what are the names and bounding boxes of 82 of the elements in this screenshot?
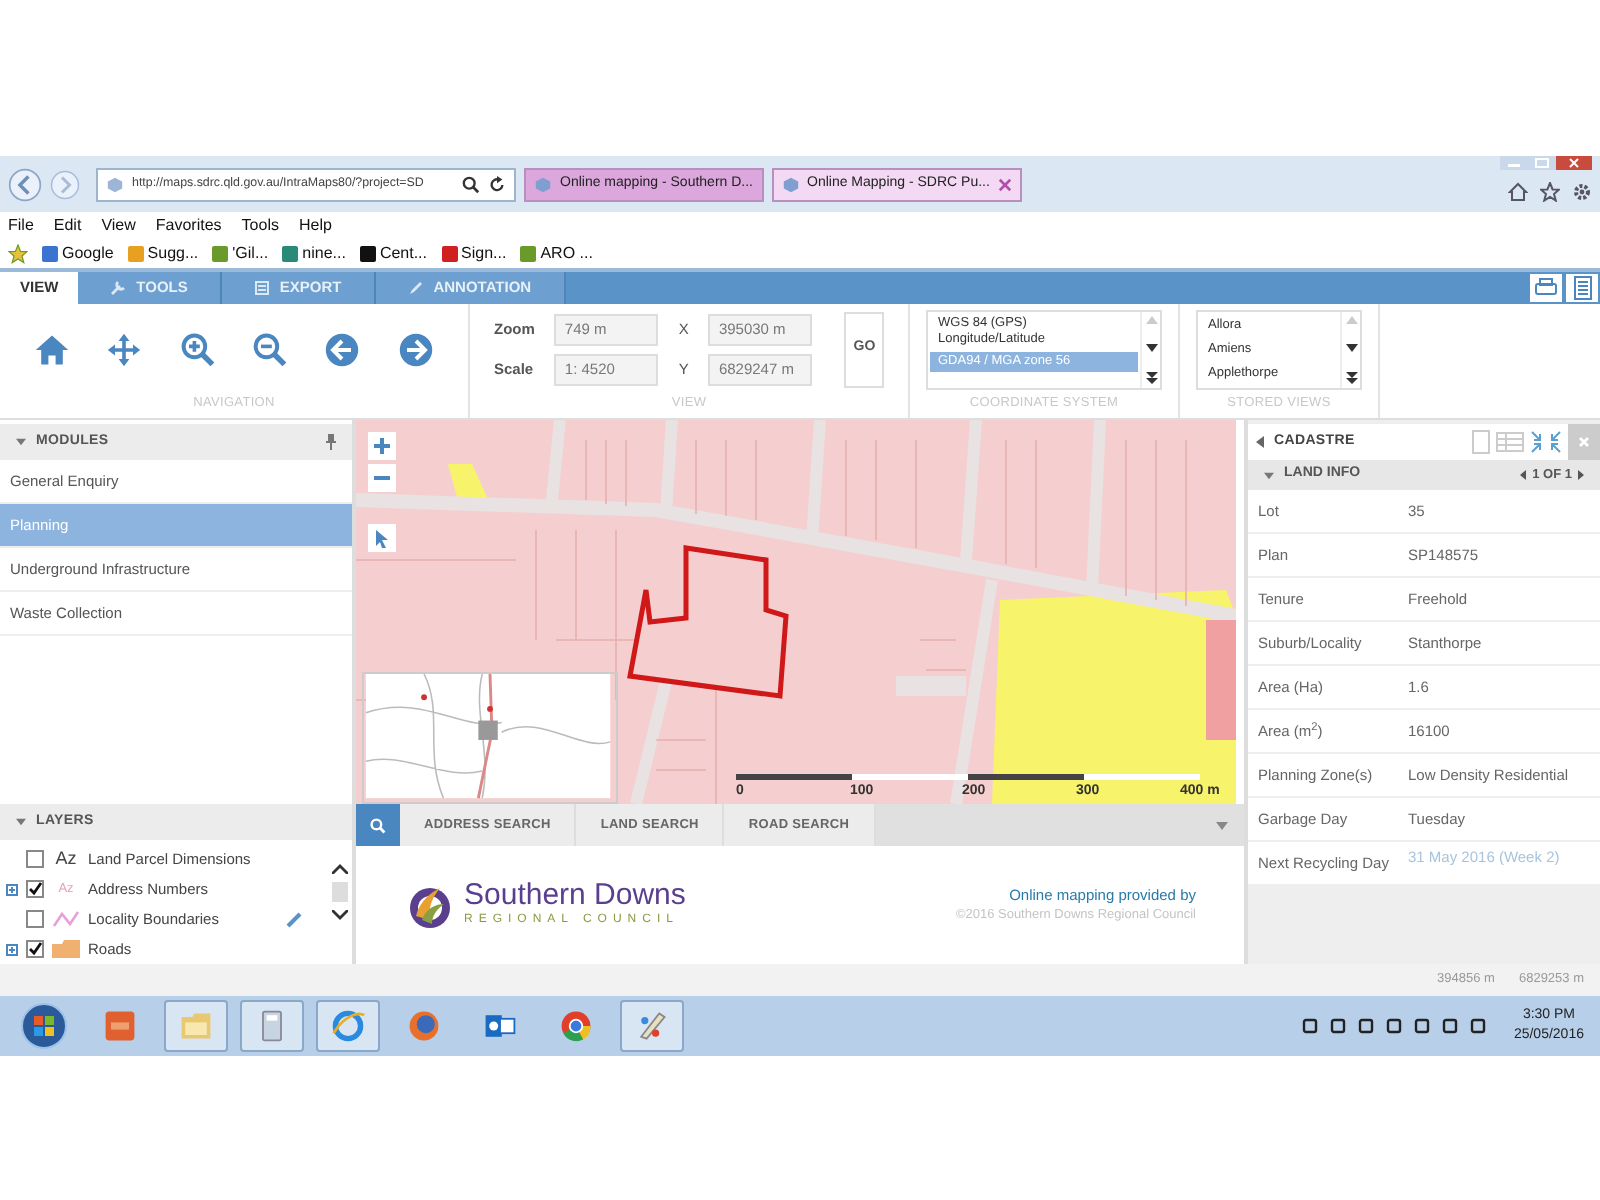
list-icon (253, 280, 270, 296)
document-icon (1573, 276, 1591, 300)
star-icon[interactable] (1540, 182, 1560, 202)
menu-item[interactable]: File (8, 214, 34, 238)
zoom-in-icon[interactable] (179, 331, 216, 368)
scroll-down-icon[interactable] (331, 910, 347, 920)
dropdown-icon[interactable] (1216, 821, 1228, 829)
scroll-end-icon[interactable] (1145, 371, 1157, 384)
expand-icon[interactable] (6, 883, 18, 895)
resize-icon[interactable] (1530, 430, 1562, 454)
settings-icon[interactable] (1572, 182, 1592, 202)
printer-icon (1534, 278, 1558, 298)
menu-item[interactable]: Favorites (155, 214, 222, 238)
pin-icon[interactable] (326, 434, 336, 450)
previous-icon[interactable] (1520, 470, 1527, 480)
favorite-link[interactable]: Cent... (359, 242, 428, 266)
expand-icon[interactable] (6, 943, 18, 955)
favicon-icon (42, 246, 58, 262)
search-icon[interactable] (462, 175, 480, 193)
close-icon (1578, 436, 1590, 448)
scroll-up-icon[interactable] (331, 864, 347, 874)
favicon-icon (282, 246, 299, 262)
start-icon[interactable] (20, 1002, 68, 1050)
globe-icon (406, 1008, 442, 1044)
pencil-icon (407, 280, 424, 296)
browser-icon (330, 1008, 366, 1044)
checkbox[interactable] (26, 850, 44, 868)
favorite-link[interactable]: Sign... (441, 242, 507, 266)
favorite-link[interactable]: Sugg... (127, 242, 199, 266)
home-icon[interactable] (1508, 182, 1528, 202)
scroll-down-icon[interactable] (1345, 343, 1357, 352)
circle-icon (558, 1008, 594, 1044)
favicon-icon (441, 246, 458, 262)
folder-icon (52, 940, 80, 958)
app-icon (102, 1008, 138, 1044)
search-button[interactable] (356, 804, 400, 846)
print-button[interactable] (1528, 272, 1564, 304)
checkbox[interactable] (26, 910, 44, 928)
menu-item[interactable]: View (101, 214, 136, 238)
line-symbol-icon (52, 910, 80, 928)
back-icon[interactable] (8, 167, 42, 201)
menu-item[interactable]: Edit (53, 214, 82, 238)
favorite-link[interactable]: ARO ... (520, 242, 593, 266)
collapse-icon[interactable] (1264, 471, 1274, 479)
favorite-link[interactable]: 'Gil... (212, 242, 269, 266)
close-icon[interactable] (997, 177, 1012, 191)
favicon-icon (520, 246, 537, 262)
menu-item[interactable]: Help (298, 214, 332, 238)
taskbar-button[interactable] (620, 1000, 684, 1052)
search-icon (370, 817, 386, 833)
move-icon[interactable] (106, 331, 143, 368)
scrollbar-thumb[interactable] (331, 882, 347, 902)
paint-icon (634, 1008, 670, 1044)
collapse-icon[interactable] (1256, 436, 1264, 448)
favicon-icon (212, 246, 229, 262)
favicon-icon (359, 246, 376, 262)
page-icon (781, 175, 799, 193)
favorite-link[interactable]: nine... (282, 242, 346, 266)
wrench-icon (110, 280, 127, 296)
refresh-icon[interactable] (488, 175, 506, 193)
menu-item[interactable]: Tools (241, 214, 279, 238)
favicon-icon (127, 246, 144, 262)
taskbar-button[interactable] (316, 1000, 380, 1052)
document-button[interactable] (1564, 272, 1600, 304)
scroll-end-icon[interactable] (1345, 371, 1357, 384)
collapse-icon[interactable] (16, 818, 26, 826)
close-icon[interactable] (1556, 156, 1592, 170)
home-icon[interactable] (34, 331, 71, 368)
taskbar-button[interactable] (240, 1000, 304, 1052)
page-icon (106, 175, 124, 193)
scroll-down-icon[interactable] (1145, 343, 1157, 352)
page-icon (534, 175, 552, 193)
zoom-out-icon[interactable] (252, 331, 289, 368)
collapse-icon[interactable] (16, 438, 26, 446)
checkbox[interactable] (26, 880, 44, 898)
checkbox[interactable] (26, 940, 44, 958)
next-icon[interactable] (1578, 470, 1584, 480)
layer-symbol: Az (53, 845, 79, 872)
favorite-link[interactable]: Google (42, 242, 114, 266)
folder-icon (178, 1008, 214, 1044)
favorites-star-icon[interactable] (8, 244, 28, 264)
logo-title: Southern Downs (464, 880, 686, 912)
